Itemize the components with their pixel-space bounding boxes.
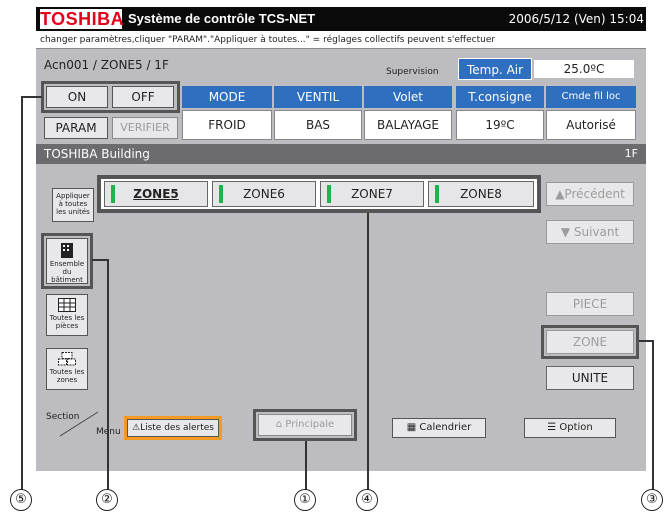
- principale-highlight: [253, 409, 357, 441]
- side-label: pièces: [55, 322, 79, 330]
- temp-air-value: 25.0ºC: [534, 60, 634, 78]
- t-consigne-label: T.consigne: [456, 86, 544, 108]
- zones-icon: [58, 352, 76, 366]
- callout-2: ②: [96, 489, 118, 511]
- supervision-label: Supervision: [386, 67, 439, 77]
- callout-5: ⑤: [10, 489, 32, 511]
- previous-button[interactable]: ▲Précédent: [546, 182, 634, 206]
- callout3-leader-h: [639, 340, 653, 342]
- building-name: TOSHIBA Building: [36, 144, 646, 164]
- unite-button[interactable]: UNITE: [546, 366, 634, 390]
- mode-value[interactable]: FROID: [182, 110, 272, 140]
- unit-identifier: Acn001 / ZONE5 / 1F: [44, 58, 169, 72]
- apply-all-line2: à toutes: [58, 200, 88, 208]
- toshiba-logo: TOSHIBA: [40, 9, 125, 29]
- app-title: Système de contrôle TCS-NET: [128, 11, 316, 26]
- all-rooms-button[interactable]: Toutes les pièces: [46, 294, 88, 336]
- volet-value[interactable]: BALAYAGE: [364, 110, 452, 140]
- floor-label: 1F: [624, 147, 638, 160]
- apply-all-line3: les unités: [56, 208, 90, 216]
- callout4-leader: [367, 213, 369, 490]
- callout-3: ③: [641, 489, 663, 511]
- on-off-highlight: [41, 81, 180, 113]
- building-button-highlight: [41, 233, 93, 289]
- date-time: 2006/5/12 (Ven) 15:04: [508, 12, 644, 26]
- warning-icon: ⚠: [131, 423, 141, 433]
- temp-air-label: Temp. Air: [458, 58, 532, 80]
- callout1-leader: [305, 441, 307, 490]
- next-button[interactable]: ▼ Suivant: [546, 220, 634, 244]
- param-button[interactable]: PARAM: [44, 117, 108, 139]
- callout5-leader-h: [22, 96, 42, 98]
- piece-button[interactable]: PIECE: [546, 292, 634, 316]
- t-consigne-value[interactable]: 19ºC: [456, 110, 544, 140]
- all-zones-button[interactable]: Toutes les zones: [46, 348, 88, 390]
- callout3-leader: [652, 340, 654, 490]
- verifier-button[interactable]: VERIFIER: [112, 117, 178, 139]
- callout2-leader-h: [92, 259, 108, 261]
- mode-label: MODE: [182, 86, 272, 108]
- cmde-fil-loc-label: Cmde fil loc: [546, 86, 636, 108]
- rooms-grid-icon: [58, 298, 76, 312]
- side-label: zones: [56, 376, 78, 384]
- callout5-leader: [21, 96, 23, 490]
- option-button[interactable]: ☰ Option: [524, 418, 616, 438]
- instruction-text: changer paramètres,cliquer "PARAM"."Appl…: [36, 31, 646, 49]
- ventil-label: VENTIL: [274, 86, 362, 108]
- zone-button-highlight: [541, 325, 639, 359]
- volet-label: Volet: [364, 86, 452, 108]
- calendar-icon: ▦: [406, 422, 420, 433]
- option-icon: ☰: [547, 422, 560, 433]
- alerts-label: Liste des alertes: [140, 423, 215, 433]
- calendar-label: Calendrier: [419, 422, 472, 433]
- zone-bar-highlight: [97, 175, 541, 213]
- calendar-button[interactable]: ▦ Calendrier: [392, 418, 486, 438]
- cmde-fil-loc-value[interactable]: Autorisé: [546, 110, 636, 140]
- option-label: Option: [559, 422, 593, 433]
- callout-4: ④: [356, 489, 378, 511]
- side-label: Toutes les: [49, 314, 85, 322]
- ventil-value[interactable]: BAS: [274, 110, 362, 140]
- alerts-list-button[interactable]: ⚠Liste des alertes: [127, 419, 219, 437]
- apply-all-line1: Appliquer: [56, 192, 90, 200]
- apply-all-units-button[interactable]: Appliquer à toutes les unités: [52, 188, 94, 222]
- callout-1: ①: [294, 489, 316, 511]
- callout2-leader: [107, 259, 109, 490]
- side-label: Toutes les: [49, 368, 85, 376]
